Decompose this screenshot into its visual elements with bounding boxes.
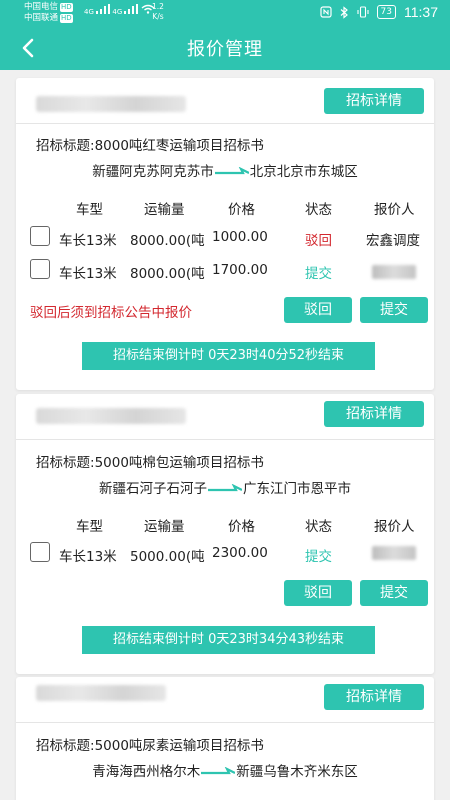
col-header-status: 状态 (305, 202, 332, 218)
company-name-redacted (36, 96, 186, 112)
hd-badge: HD (60, 3, 73, 12)
route-destination: 广东江门市恩平市 (243, 481, 351, 497)
company-name-redacted (36, 685, 166, 701)
route-destination: 新疆乌鲁木齐米东区 (236, 764, 358, 780)
row-checkbox[interactable] (30, 226, 50, 246)
network-speed: 1.2 K/s (152, 2, 164, 22)
row-status: 提交 (305, 549, 332, 565)
company-name-redacted (36, 408, 186, 424)
route: 新疆阿克苏阿克苏市 北京北京市东城区 (16, 160, 434, 180)
col-header-price: 价格 (228, 202, 255, 218)
countdown-banner: 招标结束倒计时 0天23时40分52秒结束 (82, 342, 375, 370)
col-header-vehicle: 车型 (76, 202, 103, 218)
bid-title-prefix: 招标标题: (36, 138, 95, 154)
route-origin: 新疆石河子石河子 (99, 481, 207, 497)
countdown-banner: 招标结束倒计时 0天23时34分43秒结束 (82, 626, 375, 654)
title-bar: 报价管理 (0, 26, 450, 70)
row-status: 提交 (305, 266, 332, 282)
route-origin: 新疆阿克苏阿克苏市 (92, 164, 214, 180)
bid-title-prefix: 招标标题: (36, 455, 95, 471)
carrier-1: 中国电信 (24, 2, 59, 12)
col-header-price: 价格 (228, 519, 255, 535)
row-vehicle: 车长13米 (59, 549, 117, 565)
network-type-1: 4G (84, 8, 94, 16)
reject-button[interactable]: 驳回 (284, 580, 352, 606)
row-status: 驳回 (305, 233, 332, 249)
carrier-2: 中国联通 (24, 13, 59, 23)
bid-title-prefix: 招标标题: (36, 738, 95, 754)
bid-title-text: 5000吨尿素运输项目招标书 (94, 738, 264, 754)
vibrate-icon (356, 6, 369, 18)
route: 青海海西州格尔木 新疆乌鲁木齐米东区 (16, 760, 434, 780)
col-header-vehicle: 车型 (76, 519, 103, 535)
col-header-volume: 运输量 (144, 202, 185, 218)
signal-icon (124, 4, 139, 14)
bid-title-text: 8000吨红枣运输项目招标书 (94, 138, 264, 154)
battery-icon: 73 (376, 5, 396, 19)
page-title: 报价管理 (187, 39, 263, 60)
col-header-volume: 运输量 (144, 519, 185, 535)
route: 新疆石河子石河子 广东江门市恩平市 (16, 477, 434, 497)
card-header: 招标详情 (16, 677, 434, 723)
bid-detail-button[interactable]: 招标详情 (324, 684, 424, 710)
row-volume: 5000.00(吨 (130, 549, 205, 565)
row-price: 1000.00 (212, 229, 268, 245)
route-arrow-icon (208, 484, 242, 492)
row-volume: 8000.00(吨 (130, 266, 205, 282)
speed-unit: K/s (152, 12, 164, 21)
row-checkbox[interactable] (30, 259, 50, 279)
network-indicator: 4G 4G (84, 4, 155, 16)
card-header: 招标详情 (16, 78, 434, 124)
bid-card: 招标详情 招标标题:5000吨尿素运输项目招标书 青海海西州格尔木 新疆乌鲁木齐米… (16, 677, 434, 800)
row-quoter: 宏鑫调度 (366, 233, 420, 249)
col-header-quoter: 报价人 (374, 519, 415, 535)
row-checkbox[interactable] (30, 542, 50, 562)
signal-icon (96, 4, 111, 14)
bid-title: 招标标题:5000吨棉包运输项目招标书 (36, 451, 264, 471)
quoter-redacted (372, 546, 416, 560)
status-bar: 中国电信 HD 中国联通 HD 4G 4G 1.2 K/s 73 11:37 (0, 0, 450, 26)
card-header: 招标详情 (16, 394, 434, 440)
bid-title-text: 5000吨棉包运输项目招标书 (94, 455, 264, 471)
row-price: 1700.00 (212, 262, 268, 278)
bid-detail-button[interactable]: 招标详情 (324, 88, 424, 114)
row-volume: 8000.00(吨 (130, 233, 205, 249)
submit-button[interactable]: 提交 (360, 297, 428, 323)
row-price: 2300.00 (212, 545, 268, 561)
bid-card: 招标详情 招标标题:5000吨棉包运输项目招标书 新疆石河子石河子 广东江门市恩平… (16, 394, 434, 674)
submit-button[interactable]: 提交 (360, 580, 428, 606)
speed-value: 1.2 (152, 2, 164, 11)
carrier-info: 中国电信 HD 中国联通 HD (24, 2, 73, 24)
col-header-status: 状态 (305, 519, 332, 535)
hd-badge: HD (60, 14, 73, 23)
network-type-2: 4G (112, 8, 123, 16)
nfc-icon (319, 6, 332, 18)
clock: 11:37 (404, 4, 438, 20)
row-vehicle: 车长13米 (59, 266, 117, 282)
bid-card: 招标详情 招标标题:8000吨红枣运输项目招标书 新疆阿克苏阿克苏市 北京北京市东… (16, 78, 434, 390)
quoter-redacted (372, 265, 416, 279)
bluetooth-icon (340, 5, 348, 19)
route-origin: 青海海西州格尔木 (92, 764, 201, 780)
col-header-quoter: 报价人 (374, 202, 415, 218)
route-arrow-icon (201, 767, 236, 775)
bid-title: 招标标题:5000吨尿素运输项目招标书 (36, 734, 264, 754)
status-right: 73 11:37 (319, 4, 438, 20)
bid-detail-button[interactable]: 招标详情 (324, 401, 424, 427)
bid-title: 招标标题:8000吨红枣运输项目招标书 (36, 134, 264, 154)
route-destination: 北京北京市东城区 (249, 164, 358, 180)
reject-warning: 驳回后须到招标公告中报价 (30, 305, 192, 321)
reject-button[interactable]: 驳回 (284, 297, 352, 323)
route-arrow-icon (214, 167, 249, 175)
row-vehicle: 车长13米 (59, 233, 117, 249)
